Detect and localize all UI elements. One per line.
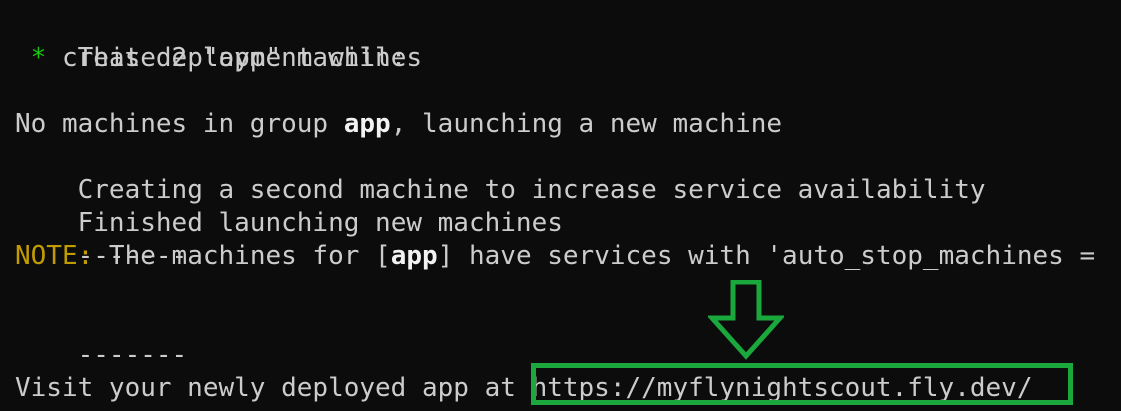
group-name: app [343, 109, 391, 139]
note-text-1: The machines for [ [93, 241, 391, 271]
separator-2-text: ------- [77, 340, 188, 370]
note-group: app [390, 241, 438, 271]
separator-1: ------- [15, 207, 188, 271]
no-machines-prefix: No machines in group [15, 109, 344, 139]
second-machine-line: Creating a second machine to increase se… [15, 141, 986, 205]
note-label: NOTE: [15, 241, 94, 271]
terminal-window: This deployment will: * create 2 "app" m… [0, 0, 1121, 411]
no-machines-suffix: , launching a new machine [390, 109, 783, 139]
bullet-asterisk: * [15, 43, 62, 73]
no-machines-line: No machines in group app, launching a ne… [15, 108, 782, 141]
visit-prefix: Visit your newly deployed app at [15, 373, 532, 403]
note-text-2: ] have services with 'auto_stop_machines… [437, 241, 1111, 271]
note-line: NOTE: The machines for [app] have servic… [15, 240, 1111, 273]
separator-2: ------- [15, 306, 188, 370]
deployment-header: This deployment will: [15, 9, 407, 73]
down-arrow-icon [708, 280, 784, 360]
url-highlight-box [531, 363, 1073, 405]
finished-line: Finished launching new machines [15, 174, 563, 238]
create-item-line: * create 2 "app" machines [15, 42, 422, 75]
create-item-text: create 2 "app" machines [61, 43, 422, 73]
